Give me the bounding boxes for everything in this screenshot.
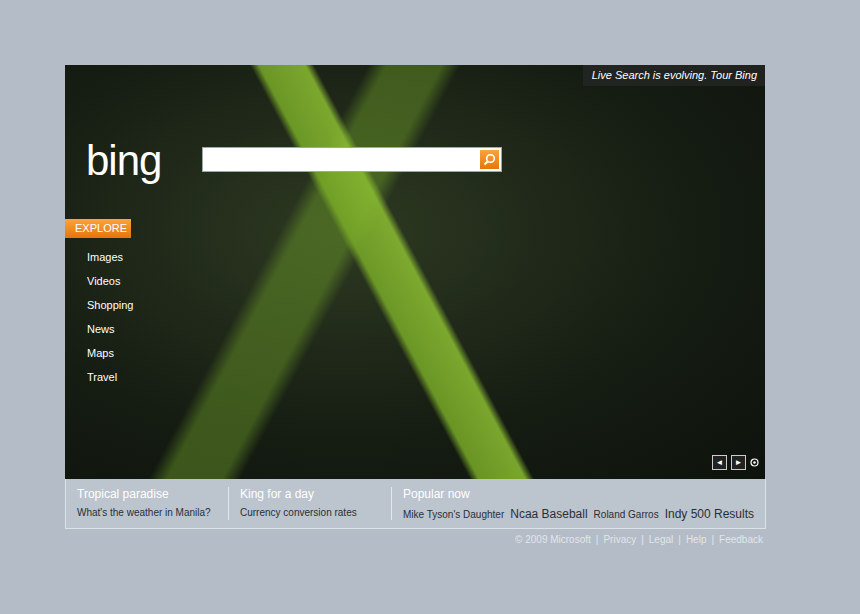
separator: | <box>641 534 644 545</box>
section-title[interactable]: Tropical paradise <box>77 487 217 502</box>
bing-logo[interactable]: bing <box>86 137 161 185</box>
copyright: © 2009 Microsoft <box>515 534 591 545</box>
magnifier-icon <box>483 153 496 166</box>
section-link[interactable]: What's the weather in Manila? <box>77 507 211 518</box>
info-strip: Tropical paradise What's the weather in M… <box>65 479 766 529</box>
section-links: What's the weather in Manila? <box>77 507 217 518</box>
separator: | <box>711 534 714 545</box>
footer-link[interactable]: Privacy <box>603 534 636 545</box>
section-link[interactable]: Indy 500 Results <box>665 507 754 521</box>
tour-bing-link[interactable]: Live Search is evolving. Tour Bing <box>583 65 765 86</box>
previous-button[interactable]: ◄ <box>712 455 727 470</box>
nav-link[interactable]: Maps <box>87 346 134 360</box>
next-button[interactable]: ► <box>731 455 746 470</box>
image-carousel-controls: ◄► <box>712 453 759 471</box>
search-box <box>202 147 502 172</box>
section-link[interactable]: Currency conversion rates <box>240 507 357 518</box>
nav-link[interactable]: Videos <box>87 274 134 288</box>
section-links: Mike Tyson's Daughter Ncaa Baseball Roland… <box>403 507 754 521</box>
nav-link[interactable]: News <box>87 322 134 336</box>
section-title[interactable]: King for a day <box>240 487 380 502</box>
separator: | <box>596 534 599 545</box>
nav-link[interactable]: Travel <box>87 370 134 384</box>
background-photo: Live Search is evolving. Tour Bing bing EX… <box>65 65 765 479</box>
search-input[interactable] <box>203 149 480 170</box>
info-icon[interactable] <box>750 453 759 471</box>
search-button[interactable] <box>480 150 499 169</box>
footer-link[interactable]: Help <box>686 534 707 545</box>
section-title[interactable]: Popular now <box>403 487 754 502</box>
info-section: Tropical paradise What's the weather in M… <box>66 479 228 528</box>
nav-link[interactable]: Images <box>87 250 134 264</box>
info-section: King for a day Currency conversion rates <box>228 487 391 520</box>
footer-link[interactable]: Legal <box>649 534 673 545</box>
section-link[interactable]: Ncaa Baseball <box>510 507 587 521</box>
explore-tab: EXPLORE <box>65 219 131 238</box>
footer-link[interactable]: Feedback <box>719 534 763 545</box>
section-links: Currency conversion rates <box>240 507 380 518</box>
info-section: Popular now Mike Tyson's Daughter Ncaa Bas… <box>391 487 765 520</box>
section-link[interactable]: Mike Tyson's Daughter <box>403 509 504 520</box>
separator: | <box>678 534 681 545</box>
nav-link[interactable]: Shopping <box>87 298 134 312</box>
section-link[interactable]: Roland Garros <box>594 509 659 520</box>
footer: © 2009 Microsoft | Privacy | Legal | Help | Feed… <box>65 534 763 545</box>
explore-menu: Images Videos Shopping News Maps Travel <box>87 250 134 384</box>
